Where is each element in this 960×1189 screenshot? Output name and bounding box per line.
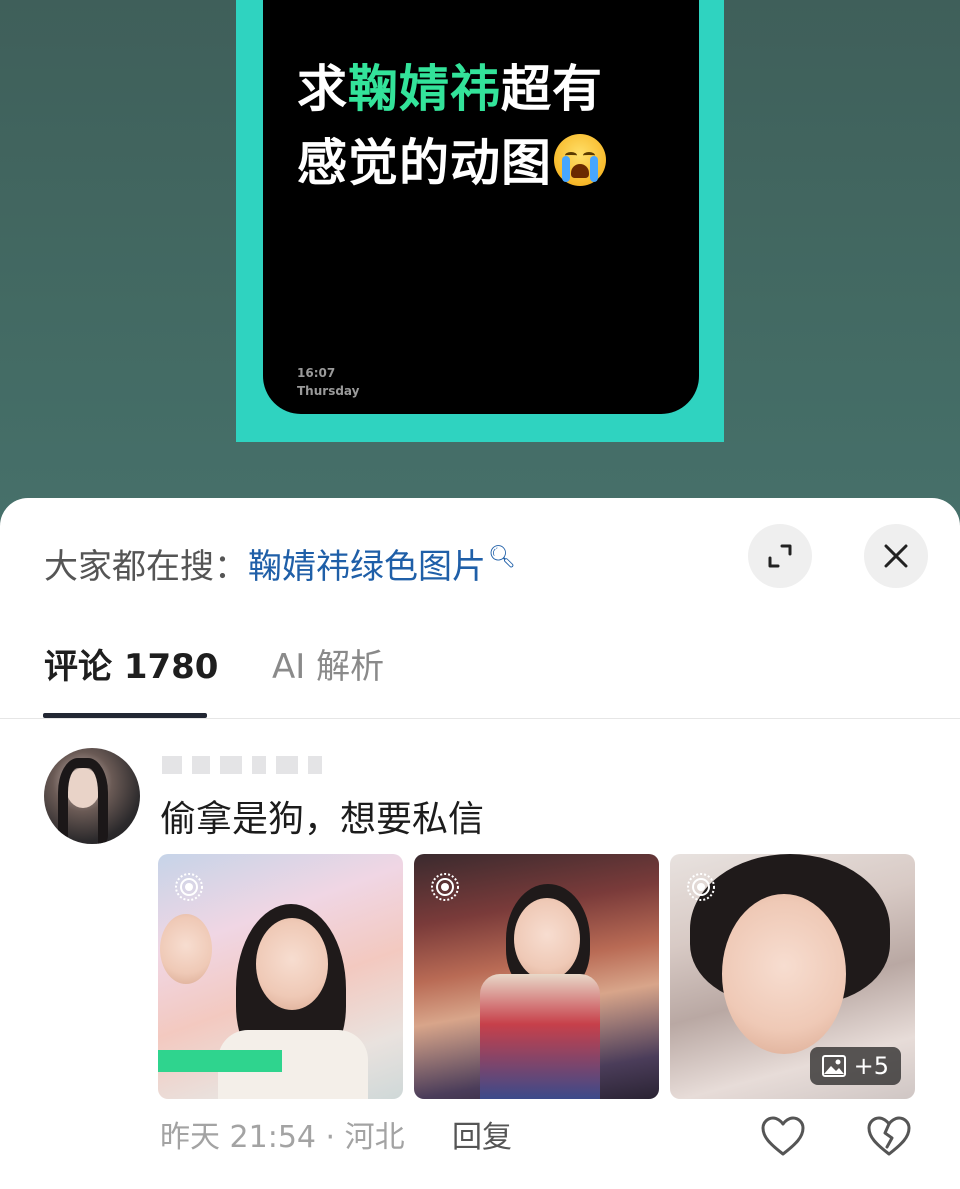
loudly-crying-face-icon	[554, 134, 606, 186]
close-icon	[884, 544, 908, 568]
comment-image-3[interactable]: +5	[670, 854, 915, 1099]
poster-title-line1-suffix: 超有	[501, 60, 603, 118]
poster-title: 求鞠婧祎超有 感觉的动图	[297, 52, 677, 200]
search-icon: 🔍︎	[488, 545, 516, 570]
comment-image-1[interactable]	[158, 854, 403, 1099]
more-images-count: +5	[853, 1052, 889, 1080]
poster-title-prefix: 求	[297, 60, 348, 118]
comment-meta: 昨天 21:54 · 河北	[160, 1116, 405, 1160]
lockscreen-clock: 16:07 Thursday	[297, 364, 359, 400]
live-photo-icon	[431, 873, 459, 901]
poster-title-line2: 感觉的动图	[297, 134, 552, 192]
tabs-divider	[0, 718, 960, 719]
clock-time: 16:07	[297, 366, 336, 380]
like-heart-icon[interactable]	[760, 1114, 806, 1160]
poster-title-highlight: 鞠婧祎	[348, 60, 501, 118]
clock-day: Thursday	[297, 384, 360, 398]
more-images-badge[interactable]: +5	[809, 1047, 901, 1085]
tab-comments[interactable]: 评论 1780	[44, 642, 218, 692]
comment-text: 偷拿是狗，想要私信	[160, 799, 485, 840]
comment-date: 昨天 21:54	[160, 1120, 316, 1155]
comment-location: 河北	[344, 1120, 405, 1155]
reply-button[interactable]: 回复	[452, 1116, 512, 1160]
close-button[interactable]	[864, 524, 928, 588]
trending-search-prefix: 大家都在搜：	[44, 547, 248, 587]
expand-icon	[768, 544, 792, 568]
live-photo-icon	[175, 873, 203, 901]
username-redacted[interactable]	[162, 756, 322, 778]
trending-search[interactable]: 大家都在搜：鞠婧祎绿色图片🔍︎	[44, 533, 516, 587]
dislike-broken-heart-icon[interactable]	[866, 1114, 912, 1160]
expand-button[interactable]	[748, 524, 812, 588]
avatar[interactable]	[44, 748, 140, 844]
tab-ai-analysis[interactable]: AI 解析	[272, 642, 384, 692]
live-photo-icon	[687, 873, 715, 901]
comment-image-2[interactable]	[414, 854, 659, 1099]
green-caption-bar	[158, 1050, 282, 1072]
trending-search-keyword[interactable]: 鞠婧祎绿色图片	[248, 547, 486, 587]
meta-separator: ·	[325, 1120, 336, 1155]
image-icon	[821, 1055, 846, 1077]
